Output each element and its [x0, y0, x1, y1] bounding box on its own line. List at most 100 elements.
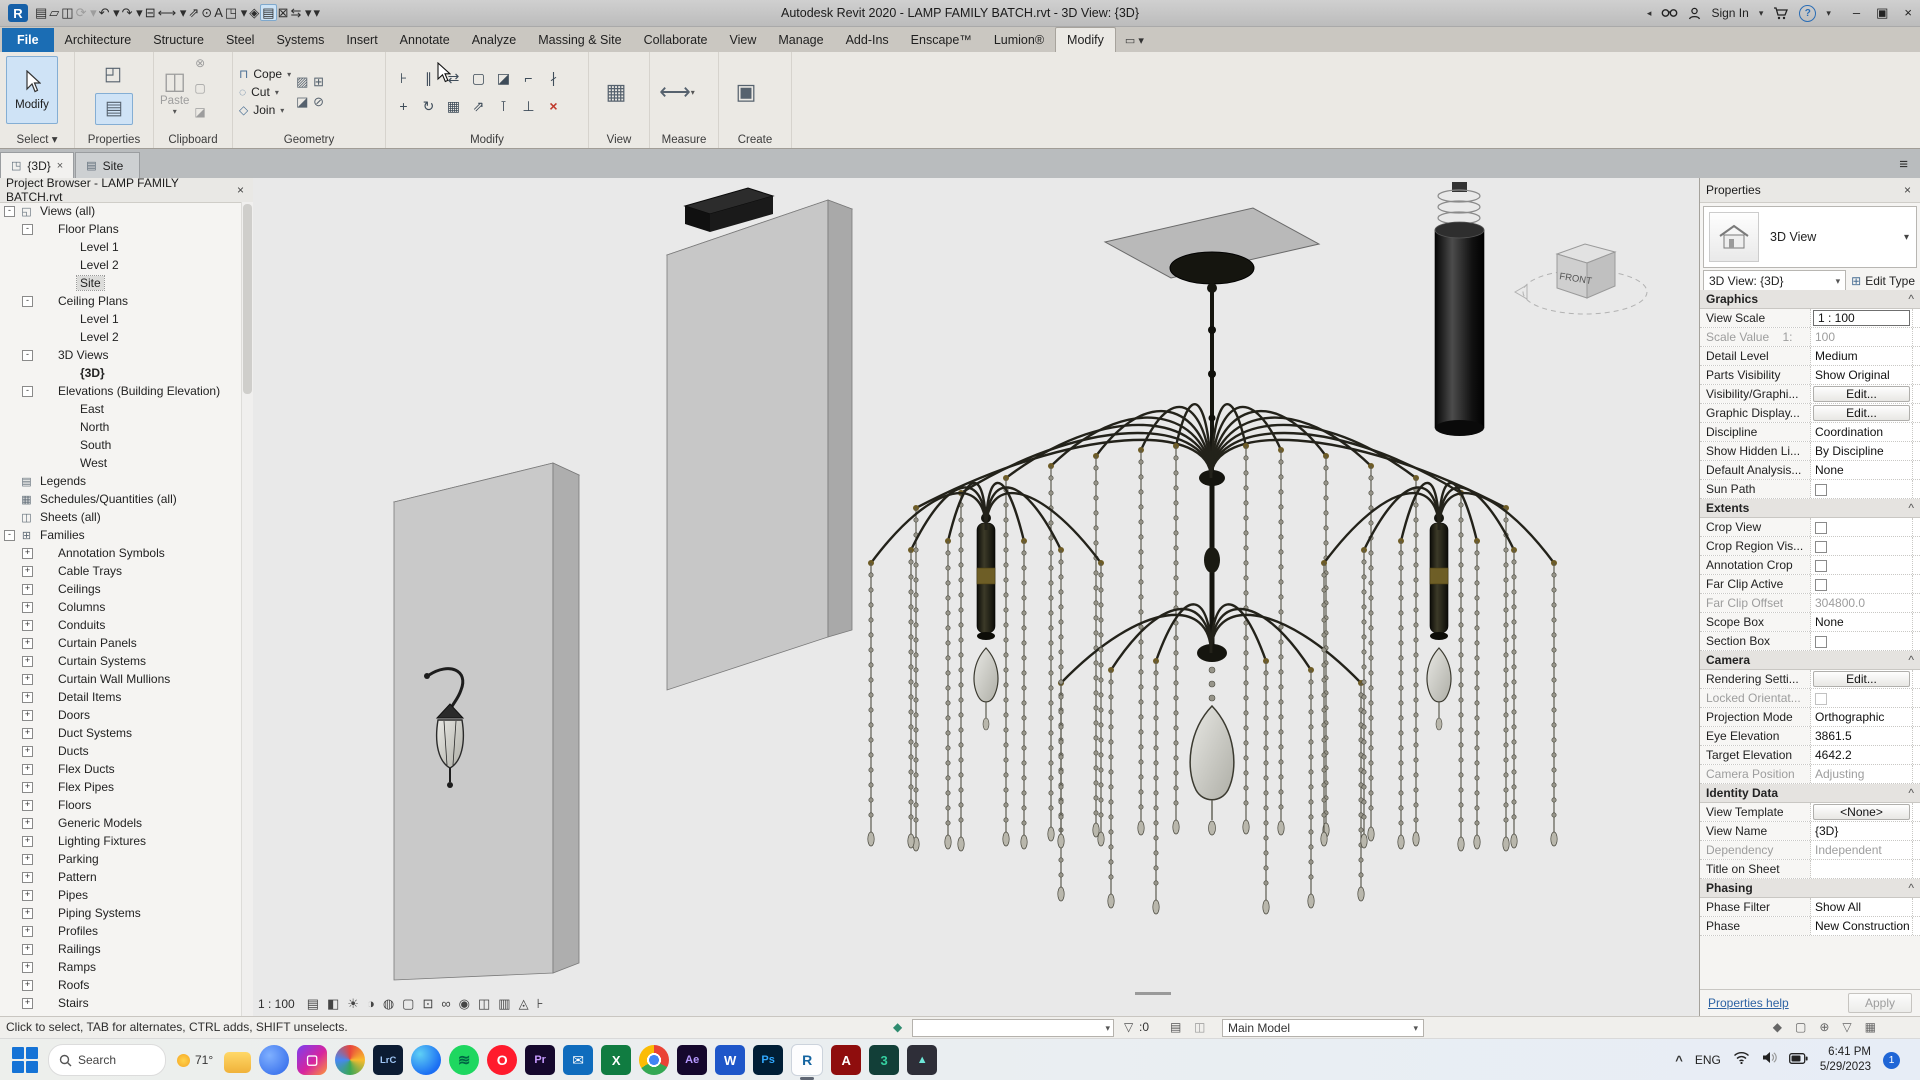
collapse-icon[interactable]: ◂ — [1647, 8, 1652, 19]
tree-item[interactable]: Level 2 — [0, 328, 242, 346]
properties-help-link[interactable]: Properties help — [1708, 996, 1789, 1010]
tree-item[interactable]: + Curtain Systems — [0, 652, 242, 670]
modify-button[interactable]: Modify — [6, 56, 58, 124]
tree-expand-icon[interactable]: - — [4, 205, 15, 217]
tree-item[interactable]: + Duct Systems — [0, 724, 242, 742]
tree-expand-icon[interactable]: + — [22, 925, 33, 937]
volume-icon[interactable] — [1762, 1051, 1777, 1069]
tree-item[interactable]: + Piping Systems — [0, 904, 242, 922]
tree-expand-icon[interactable]: + — [22, 601, 33, 613]
project-browser-scrollbar[interactable] — [241, 202, 253, 1016]
rotate-icon[interactable]: ↻ — [423, 98, 435, 115]
canvas-scroll-thumb[interactable] — [1135, 992, 1171, 995]
file-explorer-icon[interactable] — [224, 1051, 252, 1073]
restore-button[interactable]: ▣ — [1876, 5, 1888, 21]
sign-in-caret-icon[interactable]: ▾ — [1759, 8, 1764, 19]
photos-app-icon[interactable] — [335, 1045, 366, 1075]
property-row[interactable]: Section Box — [1700, 632, 1920, 651]
tree-expand-icon[interactable]: + — [22, 907, 33, 919]
tree-item[interactable]: - Floor Plans — [0, 220, 242, 238]
join-geometry-button[interactable]: ◇ Join ▾ — [239, 103, 291, 117]
tab-modify[interactable]: Modify — [1055, 27, 1116, 52]
tree-item[interactable]: + Flex Ducts — [0, 760, 242, 778]
tree-expand-icon[interactable]: + — [22, 673, 33, 685]
analytical-model-icon[interactable]: ◬ — [519, 996, 529, 1012]
tree-expand-icon[interactable]: - — [22, 349, 33, 361]
tree-item[interactable]: + Pattern — [0, 868, 242, 886]
property-row[interactable]: Visibility/Graphi... Edit... — [1700, 385, 1920, 404]
align-icon[interactable]: ⊦ — [400, 70, 407, 87]
tree-item[interactable]: + Flex Pipes — [0, 778, 242, 796]
tree-expand-icon[interactable]: + — [22, 853, 33, 865]
edge-browser-icon[interactable] — [411, 1045, 442, 1075]
redo-icon[interactable]: ↷ ▾ — [121, 5, 144, 20]
scrollbar-thumb[interactable] — [243, 204, 252, 394]
tab-annotate[interactable]: Annotate — [389, 28, 461, 52]
taskbar-search[interactable]: Search — [48, 1044, 166, 1076]
tree-item[interactable]: + Curtain Panels — [0, 634, 242, 652]
view-tabs-menu-icon[interactable]: ≡ — [1887, 156, 1920, 178]
property-row[interactable]: Phase Filter Show All — [1700, 898, 1920, 917]
tree-expand-icon[interactable]: + — [22, 817, 33, 829]
tree-item[interactable]: + Railings — [0, 940, 242, 958]
property-row[interactable]: Discipline Coordination — [1700, 423, 1920, 442]
split-icon[interactable]: ∤ — [550, 70, 557, 87]
opera-icon[interactable]: O — [487, 1045, 518, 1075]
after-effects-icon[interactable]: Ae — [677, 1045, 708, 1075]
editable-only-icon[interactable]: ◫ — [1194, 1020, 1205, 1034]
tree-item[interactable]: + Columns — [0, 598, 242, 616]
tree-item[interactable]: + Profiles — [0, 922, 242, 940]
sync-with-central-icon[interactable]: ⟳ ▾ — [75, 5, 98, 20]
tree-expand-icon[interactable]: + — [22, 691, 33, 703]
properties-header[interactable]: Properties × — [1700, 178, 1920, 203]
tree-expand-icon[interactable]: - — [22, 385, 33, 397]
tree-item[interactable]: + Stairs — [0, 994, 242, 1012]
notification-badge[interactable]: 1 — [1883, 1051, 1900, 1069]
tree-item[interactable]: South — [0, 436, 242, 454]
tree-expand-icon[interactable]: + — [22, 655, 33, 667]
search-icon[interactable] — [1661, 7, 1678, 20]
status-press-drag-icon[interactable]: ⊕ — [1819, 1020, 1829, 1034]
detail-level-icon[interactable]: ▤ — [307, 996, 319, 1012]
revit-logo[interactable]: R — [8, 4, 28, 22]
aligned-dimension-icon[interactable]: ⇗ — [187, 5, 200, 20]
premiere-icon[interactable]: Pr — [525, 1045, 556, 1075]
sign-in-button[interactable]: Sign In — [1711, 6, 1748, 20]
tab-file[interactable]: File — [2, 28, 54, 52]
visual-style-icon[interactable]: ◧ — [327, 996, 339, 1012]
property-row[interactable]: Dependency Independent — [1700, 841, 1920, 860]
tree-expand-icon[interactable]: + — [22, 745, 33, 757]
viewcube[interactable]: FRONT — [1514, 243, 1648, 315]
type-selector[interactable]: 3D View ▾ — [1703, 206, 1917, 268]
property-row[interactable]: Target Elevation 4642.2 — [1700, 746, 1920, 765]
property-row[interactable]: Parts Visibility Show Original — [1700, 366, 1920, 385]
property-row[interactable]: Crop View — [1700, 518, 1920, 537]
tree-item[interactable]: - Ceiling Plans — [0, 292, 242, 310]
app-store-cart-icon[interactable] — [1773, 6, 1789, 20]
property-row[interactable]: Graphics ^ — [1700, 290, 1920, 309]
section-icon[interactable]: ◈ — [248, 5, 260, 20]
status-editable-icon[interactable]: ▦ — [1865, 1020, 1876, 1034]
hidden-icons-chevron[interactable]: ^ — [1675, 1053, 1683, 1068]
type-selector-caret-icon[interactable]: ▾ — [1904, 232, 1916, 243]
tree-item[interactable]: Level 1 — [0, 310, 242, 328]
tree-item[interactable]: + Curtain Wall Mullions — [0, 670, 242, 688]
view-scale-control[interactable]: 1 : 100 — [258, 997, 295, 1011]
trim-extend-icon[interactable]: ⌐ — [524, 70, 532, 86]
property-row[interactable]: Title on Sheet — [1700, 860, 1920, 879]
tree-expand-icon[interactable]: + — [22, 835, 33, 847]
tree-item[interactable]: + Detail Items — [0, 688, 242, 706]
tab-manage[interactable]: Manage — [767, 28, 834, 52]
dark-app-icon[interactable]: ▲ — [907, 1045, 938, 1075]
close-view-tab-icon[interactable]: × — [57, 160, 63, 172]
chrome-icon[interactable] — [639, 1045, 670, 1075]
instagram-icon[interactable]: ▢ — [297, 1045, 328, 1075]
tree-item[interactable]: - Elevations (Building Elevation) — [0, 382, 242, 400]
tree-expand-icon[interactable]: + — [22, 583, 33, 595]
wifi-icon[interactable] — [1733, 1051, 1750, 1069]
measure-icon[interactable]: ⟷ ▾ — [157, 5, 188, 20]
3ds-max-icon[interactable]: 3 — [869, 1045, 900, 1075]
create-tools-icon[interactable]: ▣ — [725, 56, 767, 128]
tab-collaborate[interactable]: Collaborate — [633, 28, 719, 52]
tab-analyze[interactable]: Analyze — [461, 28, 527, 52]
